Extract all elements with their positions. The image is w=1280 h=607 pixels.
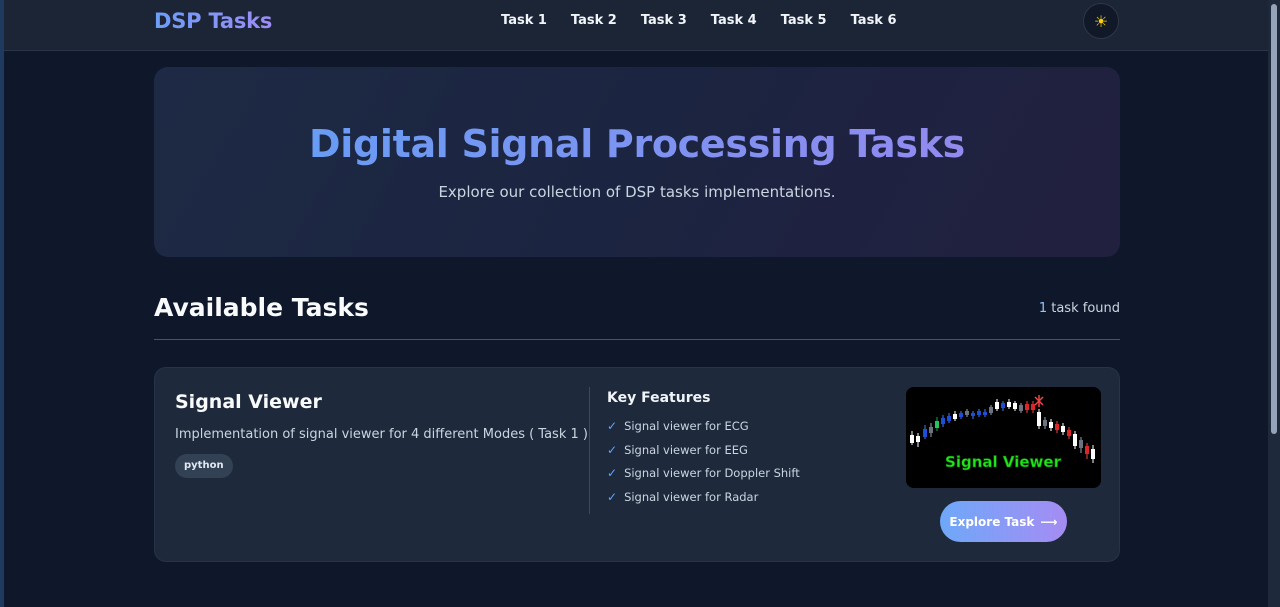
- hero-title: Digital Signal Processing Tasks: [154, 122, 1120, 166]
- hero-banner: Digital Signal Processing Tasks Explore …: [154, 67, 1120, 257]
- feature-label: Signal viewer for Radar: [624, 489, 759, 504]
- nav-link-task-2[interactable]: Task 2: [571, 13, 617, 28]
- check-icon: ✓: [607, 466, 618, 480]
- arrow-right-icon: ⟶: [1040, 514, 1058, 529]
- check-icon: ✓: [607, 489, 618, 504]
- check-icon: ✓: [607, 419, 618, 433]
- theme-toggle-button[interactable]: ☀: [1083, 3, 1119, 39]
- window-edge: [0, 0, 4, 607]
- feature-item: ✓ Signal viewer for Doppler Shift: [607, 466, 800, 490]
- check-icon: ✓: [607, 442, 618, 457]
- task-count: 1 task found: [1039, 301, 1120, 316]
- feature-item: ✓ Signal viewer for ECG: [607, 419, 800, 443]
- hero-subtitle: Explore our collection of DSP tasks impl…: [438, 183, 836, 201]
- nav-link-task-6[interactable]: Task 6: [851, 13, 897, 28]
- navbar: DSP Tasks Task 1 Task 2 Task 3 Task 4 Ta…: [4, 0, 1268, 51]
- thumbnail-caption: Signal Viewer: [945, 453, 1062, 471]
- nav-link-task-3[interactable]: Task 3: [641, 13, 687, 28]
- nav-link-task-5[interactable]: Task 5: [781, 13, 827, 28]
- card-divider: [589, 387, 590, 514]
- task-count-label: task found: [1047, 301, 1120, 316]
- task-title: Signal Viewer: [175, 391, 322, 413]
- feature-label: Signal viewer for EEG: [624, 442, 748, 457]
- signal-viewer-illustration: Signal Viewer: [906, 387, 1101, 488]
- features-title: Key Features: [607, 390, 711, 406]
- feature-item: ✓ Signal viewer for EEG: [607, 443, 800, 467]
- brand-logo[interactable]: DSP Tasks: [154, 9, 272, 33]
- task-thumbnail: Signal Viewer: [906, 387, 1101, 488]
- task-description: Implementation of signal viewer for 4 di…: [175, 427, 588, 442]
- task-count-number: 1: [1038, 301, 1048, 316]
- explore-task-label: Explore Task: [949, 514, 1035, 529]
- scrollbar-thumb[interactable]: [1271, 4, 1277, 434]
- nav-links: Task 1 Task 2 Task 3 Task 4 Task 5 Task …: [501, 13, 921, 28]
- explore-task-button[interactable]: Explore Task ⟶: [940, 501, 1067, 542]
- language-tag: python: [175, 454, 233, 478]
- features-list: ✓ Signal viewer for ECG ✓ Signal viewer fo…: [607, 419, 800, 513]
- task-card: Signal Viewer Implementation of signal v…: [154, 367, 1120, 562]
- sun-icon: ☀: [1093, 11, 1109, 31]
- nav-link-task-1[interactable]: Task 1: [501, 13, 547, 28]
- page-scrollbar[interactable]: [1268, 0, 1280, 607]
- section-divider: [154, 339, 1120, 340]
- nav-link-task-4[interactable]: Task 4: [711, 13, 757, 28]
- feature-label: Signal viewer for Doppler Shift: [624, 466, 800, 480]
- feature-label: Signal viewer for ECG: [624, 419, 749, 433]
- section-title: Available Tasks: [154, 293, 369, 322]
- feature-item: ✓ Signal viewer for Radar: [607, 490, 800, 514]
